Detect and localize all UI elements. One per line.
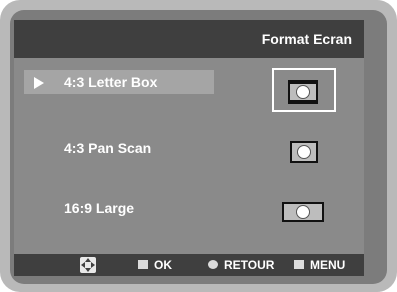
ok-hint[interactable]: OK bbox=[138, 254, 172, 276]
ok-label: OK bbox=[154, 258, 172, 272]
menu-header: Format Ecran bbox=[14, 20, 364, 58]
screen-dot bbox=[296, 85, 310, 99]
return-icon bbox=[208, 260, 218, 270]
screen-dot bbox=[297, 145, 311, 159]
option-widescreen[interactable]: 16:9 Large bbox=[14, 188, 364, 228]
screen-shape bbox=[288, 80, 318, 104]
panscan-screen-icon bbox=[274, 132, 334, 172]
screen-shape bbox=[290, 141, 318, 163]
page-title: Format Ecran bbox=[261, 31, 352, 47]
navigation-arrows-icon bbox=[80, 257, 96, 273]
widescreen-icon bbox=[274, 192, 334, 232]
screen-shape bbox=[282, 202, 324, 222]
screen-dot bbox=[296, 205, 310, 219]
option-label-box: 16:9 Large bbox=[24, 196, 214, 220]
enter-icon bbox=[138, 260, 148, 270]
option-label: 16:9 Large bbox=[64, 200, 135, 216]
footer-bar: OK RETOUR MENU bbox=[14, 254, 364, 276]
return-hint[interactable]: RETOUR bbox=[208, 254, 274, 276]
menu-label: MENU bbox=[310, 258, 346, 272]
option-label: 4:3 Letter Box bbox=[64, 74, 158, 90]
option-label: 4:3 Pan Scan bbox=[64, 140, 152, 156]
letterbox-screen-icon bbox=[272, 68, 336, 112]
selection-arrow-icon bbox=[34, 77, 44, 89]
option-letterbox[interactable]: 4:3 Letter Box bbox=[14, 62, 364, 112]
return-label: RETOUR bbox=[224, 258, 275, 272]
options-panel: 4:3 Letter Box 4:3 Pan Scan 16:9 Large bbox=[14, 58, 364, 254]
menu-icon bbox=[294, 260, 304, 270]
option-panscan[interactable]: 4:3 Pan Scan bbox=[14, 128, 364, 168]
selection-highlight: 4:3 Letter Box bbox=[24, 70, 214, 94]
menu-hint[interactable]: MENU bbox=[294, 254, 345, 276]
option-label-box: 4:3 Pan Scan bbox=[24, 136, 214, 160]
